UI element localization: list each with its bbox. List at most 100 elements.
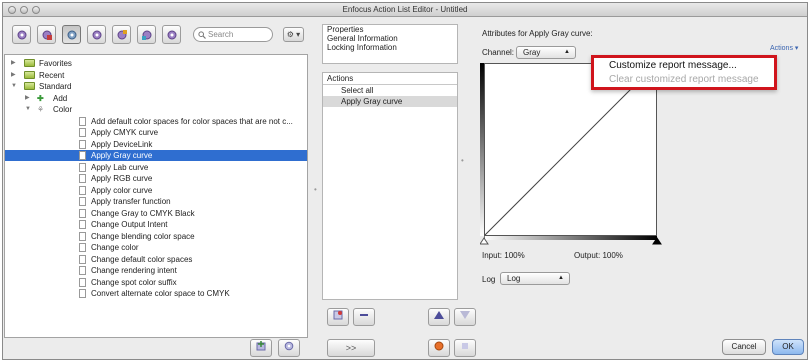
document-icon <box>79 174 86 183</box>
toolbar-recent-button[interactable] <box>37 25 56 44</box>
tree-item-label: Change rendering intent <box>91 266 177 275</box>
tree-item-label: Color <box>53 105 73 114</box>
remove-action-button[interactable] <box>353 308 375 326</box>
disclosure-expanded-icon[interactable]: ▼ <box>25 104 31 115</box>
stepper-arrows-icon: ▲ <box>564 49 570 55</box>
toolbar-add-button[interactable] <box>87 25 106 44</box>
disclosure-collapsed-icon[interactable]: ▶ <box>25 93 30 104</box>
gear-small-icon <box>284 341 294 351</box>
tree-item-action[interactable]: Apply Gray curve <box>5 150 307 161</box>
search-icon <box>198 30 206 43</box>
color-group-icon: ⚘ <box>37 105 45 114</box>
log-label: Log <box>482 275 496 284</box>
tree-item-action[interactable]: Change color <box>5 242 307 253</box>
black-point-handle[interactable] <box>480 237 489 245</box>
document-icon <box>79 139 86 149</box>
gear-standard-icon <box>67 30 76 39</box>
tree-item-label: Change Output Intent <box>91 220 168 229</box>
channel-select[interactable]: Gray ▲ <box>516 46 576 59</box>
document-icon <box>79 151 86 160</box>
properties-item-locking[interactable]: Locking Information <box>323 43 457 52</box>
tree-item-action[interactable]: Change Gray to CMYK Black <box>5 208 307 219</box>
arrow-down-icon <box>460 311 470 319</box>
tree-item-action[interactable]: Apply DeviceLink <box>5 139 307 150</box>
tree-item-action[interactable]: Apply Lab curve <box>5 162 307 173</box>
folder-icon <box>24 59 35 67</box>
ok-button[interactable]: OK <box>772 339 804 355</box>
tree-item-action[interactable]: Apply color curve <box>5 185 307 196</box>
tree-item-action[interactable]: Change default color spaces <box>5 254 307 265</box>
add-group-icon: ✚ <box>37 93 44 103</box>
gear-menu-button[interactable]: ⚙ ▾ <box>283 27 304 42</box>
tree-item-action[interactable]: Change blending color space <box>5 231 307 242</box>
tree-item-action[interactable]: Change spot color suffix <box>5 277 307 288</box>
document-icon <box>79 220 86 229</box>
splitter-handle-right[interactable]: • <box>461 156 464 165</box>
move-to-list-button[interactable]: >> <box>327 339 375 357</box>
menu-item-clear-customized-report: Clear customized report message <box>609 74 759 85</box>
tree-item-label: Apply color curve <box>91 185 153 195</box>
menu-item-customize-report[interactable]: Customize report message... <box>609 60 737 71</box>
stepper-arrows-icon: ▲ <box>558 275 564 281</box>
actions-header: Actions <box>323 73 457 85</box>
document-icon <box>79 254 86 264</box>
tree-item-label: Change Gray to CMYK Black <box>91 208 195 218</box>
edit-icon <box>333 310 343 320</box>
tree-item-action[interactable]: Apply CMYK curve <box>5 127 307 138</box>
gear-check-icon <box>167 30 176 39</box>
tree-item-action[interactable]: Change rendering intent <box>5 265 307 276</box>
tree-item-label: Add default color spaces for color space… <box>91 116 293 126</box>
actions-menu-link[interactable]: Actions ▾ <box>770 44 798 52</box>
actions-item-apply-gray-curve[interactable]: Apply Gray curve <box>323 96 457 107</box>
document-icon <box>79 197 86 206</box>
stop-button[interactable] <box>454 339 476 357</box>
properties-header: Properties <box>327 25 364 34</box>
tree-item-favorites[interactable]: ▶ Favorites <box>5 58 307 69</box>
white-point-handle[interactable] <box>652 237 662 245</box>
tree-item-label: Change default color spaces <box>91 254 193 264</box>
tree-item-standard[interactable]: ▼ Standard <box>5 81 307 92</box>
toolbar-all-button[interactable] <box>12 25 31 44</box>
tree-item-color[interactable]: ▼ ⚘ Color <box>5 104 307 115</box>
tree-item-action[interactable]: Apply transfer function <box>5 196 307 207</box>
tree-item-action[interactable]: Change Output Intent <box>5 219 307 230</box>
disclosure-collapsed-icon[interactable]: ▶ <box>11 70 16 81</box>
output-value: Output: 100% <box>574 251 623 260</box>
log-value: Log <box>507 274 521 283</box>
disclosure-expanded-icon[interactable]: ▼ <box>11 81 17 92</box>
toolbar-check-button[interactable] <box>162 25 181 44</box>
tree-item-label: Apply Gray curve <box>91 151 153 160</box>
action-tree[interactable]: ▶ Favorites ▶ Recent ▼ Standard ▶ ✚ Add ▼ ⚘ Color Ad… <box>4 54 308 338</box>
cancel-button[interactable]: Cancel <box>722 339 766 355</box>
tree-item-action[interactable]: Convert alternate color space to CMYK <box>5 288 307 299</box>
actions-item-select-all[interactable]: Select all <box>323 85 457 96</box>
toolbar-cmyk-button[interactable] <box>137 25 156 44</box>
record-button[interactable] <box>428 339 450 357</box>
tree-item-action[interactable]: Apply RGB curve <box>5 173 307 184</box>
search-input[interactable]: Search <box>193 27 273 42</box>
stop-icon <box>462 343 468 349</box>
tree-item-action[interactable]: Add default color spaces for color space… <box>5 116 307 127</box>
move-down-button[interactable] <box>454 308 476 326</box>
splitter-handle-left[interactable]: • <box>314 185 317 194</box>
disclosure-collapsed-icon[interactable]: ▶ <box>11 58 16 69</box>
record-icon <box>434 341 444 351</box>
gear-add-icon <box>92 30 101 39</box>
edit-action-button[interactable] <box>327 308 349 326</box>
document-icon <box>79 289 86 298</box>
tree-item-label: Favorites <box>39 59 72 68</box>
attributes-title: Attributes for Apply Gray curve: <box>482 29 593 38</box>
tree-item-label: Apply CMYK curve <box>91 128 159 137</box>
toolbar-standard-button[interactable] <box>62 25 81 44</box>
settings-action-button[interactable] <box>278 339 300 357</box>
tree-item-label: Change spot color suffix <box>91 277 177 287</box>
tree-item-recent[interactable]: ▶ Recent <box>5 70 307 81</box>
document-icon <box>79 208 86 218</box>
add-to-list-button[interactable] <box>250 339 272 357</box>
toolbar-color-button[interactable] <box>112 25 131 44</box>
log-select[interactable]: Log ▲ <box>500 272 570 285</box>
properties-item-general[interactable]: General Information <box>323 34 457 43</box>
move-up-button[interactable] <box>428 308 450 326</box>
tree-item-add[interactable]: ▶ ✚ Add <box>5 93 307 104</box>
actions-popup-menu: Customize report message... Clear custom… <box>591 55 777 90</box>
